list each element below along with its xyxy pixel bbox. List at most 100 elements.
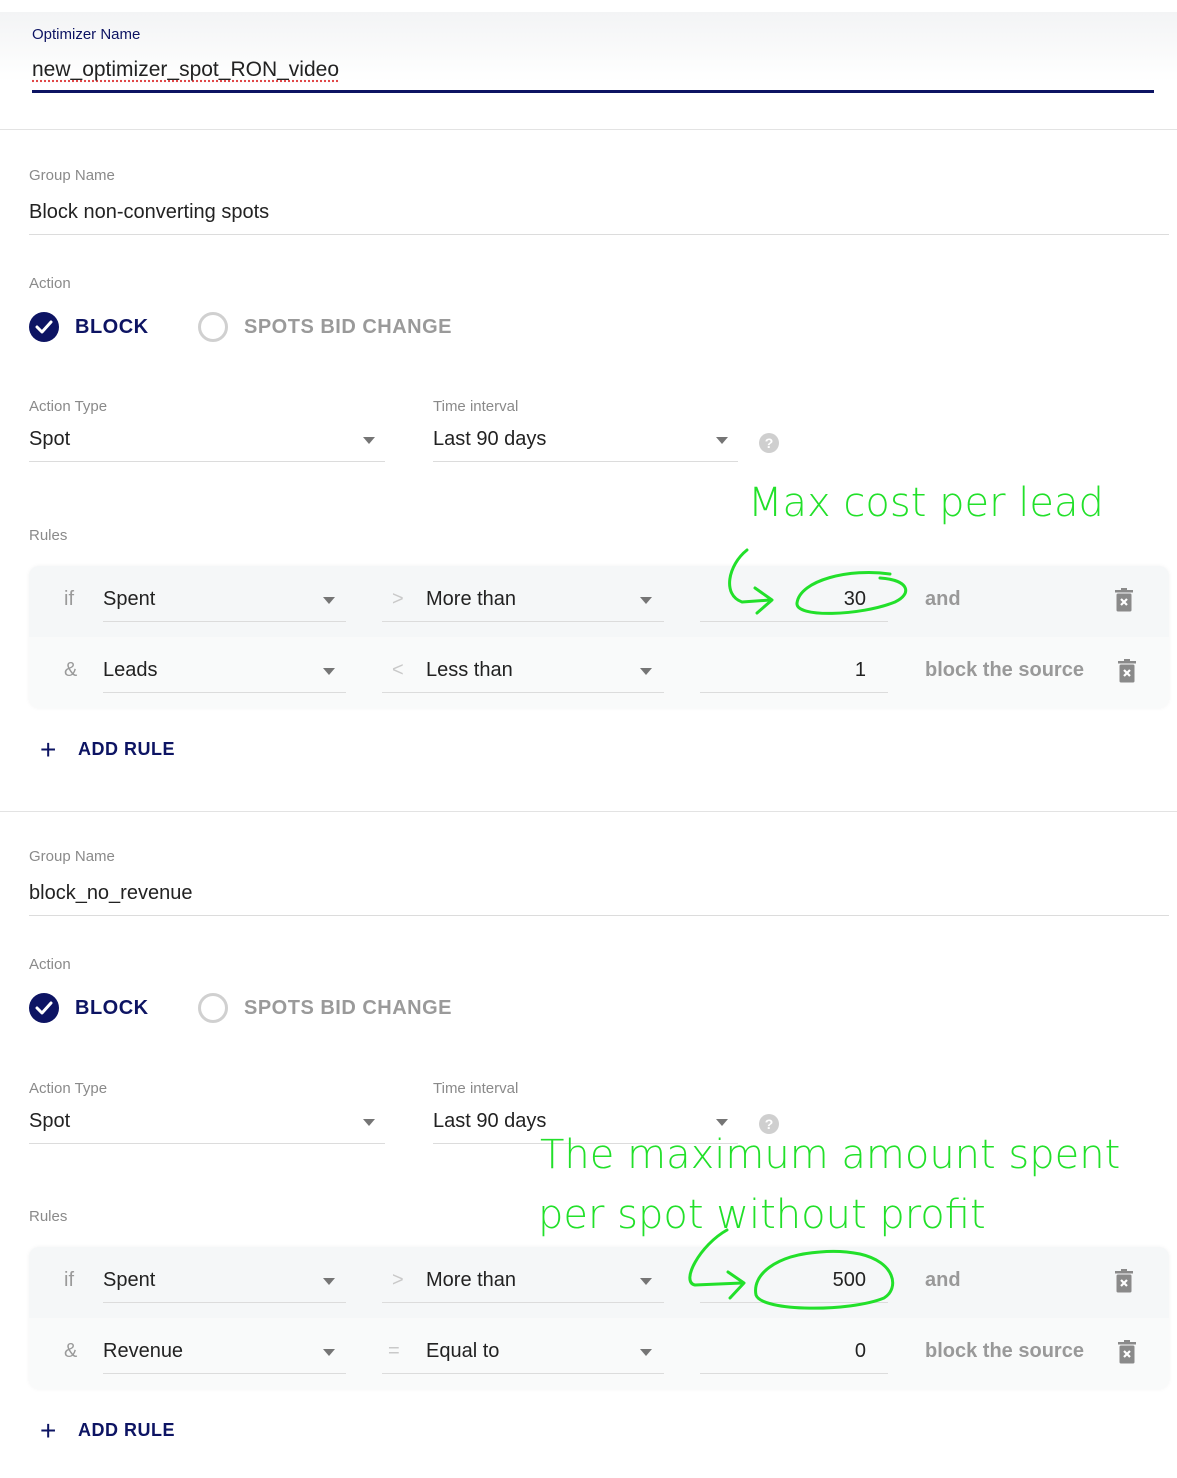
group-name-label: Group Name — [29, 167, 115, 184]
rule-row: & Leads < Less than 1 block the source — [0, 637, 1177, 708]
rule-conjunction: & — [64, 1340, 78, 1362]
value-underline — [700, 692, 888, 693]
group-name-input[interactable]: Block non-converting spots — [29, 201, 269, 224]
rule-tail-text: block the source — [925, 659, 1084, 681]
rule-tail-text: and — [925, 1269, 961, 1291]
chevron-down-icon[interactable] — [640, 1278, 652, 1285]
action-radio-block[interactable]: BLOCK — [29, 993, 149, 1023]
rule-tail-text: and — [925, 588, 961, 610]
operator-symbol-icon: > — [392, 588, 404, 610]
time-interval-label: Time interval — [433, 1080, 519, 1097]
chevron-down-icon[interactable] — [363, 437, 375, 444]
annotation-max-spent-line2: per spot without profit — [538, 1192, 986, 1238]
rule-metric-select[interactable]: Spent — [103, 588, 155, 611]
group-name-label: Group Name — [29, 848, 115, 865]
rule-operator-select[interactable]: Less than — [426, 659, 513, 682]
action-radio-spots-bid-change[interactable]: SPOTS BID CHANGE — [198, 993, 452, 1023]
delete-rule-trash-icon[interactable] — [1115, 588, 1133, 612]
chevron-down-icon[interactable] — [640, 597, 652, 604]
action-type-label: Action Type — [29, 1080, 108, 1097]
action-spots-bid-change-label: SPOTS BID CHANGE — [244, 315, 453, 338]
rule-value-input[interactable]: 30 — [700, 588, 866, 611]
delete-rule-trash-icon[interactable] — [1118, 1340, 1136, 1364]
optimizer-name-label: Optimizer Name — [32, 26, 141, 43]
group-name-input[interactable]: block_no_revenue — [29, 882, 192, 905]
rule-row: if Spent > More than 500 and — [0, 1247, 1177, 1318]
operator-underline — [382, 692, 664, 693]
rule-operator-select[interactable]: Equal to — [426, 1340, 499, 1363]
chevron-down-icon[interactable] — [640, 1349, 652, 1356]
operator-symbol-icon: < — [392, 659, 404, 681]
chevron-down-icon[interactable] — [323, 597, 335, 604]
rule-metric-select[interactable]: Leads — [103, 659, 158, 682]
value-underline — [700, 1373, 888, 1374]
rule-value-input[interactable]: 500 — [700, 1269, 866, 1292]
chevron-down-icon[interactable] — [716, 437, 728, 444]
rule-value-input[interactable]: 1 — [700, 659, 866, 682]
rule-metric-select[interactable]: Spent — [103, 1269, 155, 1292]
rule-metric-select[interactable]: Revenue — [103, 1340, 183, 1363]
operator-underline — [382, 621, 664, 622]
action-type-select[interactable]: Spot — [29, 428, 70, 451]
rule-tail-text: block the source — [925, 1340, 1084, 1362]
add-rule-label: ADD RULE — [78, 739, 175, 759]
rule-row: if Spent > More than 30 and — [0, 566, 1177, 637]
chevron-down-icon[interactable] — [323, 1349, 335, 1356]
chevron-down-icon[interactable] — [716, 1119, 728, 1126]
delete-rule-trash-icon[interactable] — [1115, 1269, 1133, 1293]
rule-conjunction: if — [64, 1269, 74, 1291]
value-underline — [700, 621, 888, 622]
action-block-label: BLOCK — [75, 996, 149, 1019]
time-interval-select[interactable]: Last 90 days — [433, 428, 546, 451]
radio-empty-icon — [198, 993, 228, 1023]
add-rule-button[interactable]: + ADD RULE — [40, 735, 175, 763]
help-icon[interactable]: ? — [759, 1114, 779, 1134]
group-divider — [0, 811, 1177, 812]
annotation-max-spent-line1: The maximum amount spent — [540, 1132, 1121, 1178]
action-type-underline — [29, 461, 385, 462]
rule-operator-select[interactable]: More than — [426, 1269, 516, 1292]
chevron-down-icon[interactable] — [323, 668, 335, 675]
add-rule-button[interactable]: + ADD RULE — [40, 1414, 175, 1446]
operator-underline — [382, 1302, 664, 1303]
metric-underline — [103, 692, 346, 693]
action-block-label: BLOCK — [75, 315, 149, 338]
rules-label: Rules — [29, 527, 68, 544]
value-underline — [700, 1302, 888, 1303]
radio-empty-icon — [198, 312, 228, 342]
operator-symbol-icon: > — [392, 1269, 404, 1291]
add-rule-label: ADD RULE — [78, 1420, 175, 1440]
help-icon[interactable]: ? — [759, 433, 779, 453]
metric-underline — [103, 621, 346, 622]
time-interval-select[interactable]: Last 90 days — [433, 1110, 546, 1133]
metric-underline — [103, 1373, 346, 1374]
group-name-underline — [29, 234, 1169, 235]
rule-conjunction: if — [64, 588, 74, 610]
time-interval-underline — [433, 461, 738, 462]
optimizer-name-underline — [32, 90, 1154, 93]
action-type-underline — [29, 1143, 385, 1144]
action-type-label: Action Type — [29, 398, 108, 415]
optimizer-name-input[interactable]: new_optimizer_spot_RON_video — [32, 58, 339, 82]
chevron-down-icon[interactable] — [323, 1278, 335, 1285]
rule-row: & Revenue = Equal to 0 block the source — [0, 1318, 1177, 1389]
rule-operator-select[interactable]: More than — [426, 588, 516, 611]
rule-conjunction: & — [64, 659, 78, 681]
action-radio-block[interactable]: BLOCK — [29, 312, 149, 342]
action-spots-bid-change-label: SPOTS BID CHANGE — [244, 996, 453, 1019]
operator-symbol-icon: = — [388, 1340, 400, 1362]
action-label: Action — [29, 956, 71, 973]
action-radio-spots-bid-change[interactable]: SPOTS BID CHANGE — [198, 312, 452, 342]
operator-underline — [382, 1373, 664, 1374]
time-interval-label: Time interval — [433, 398, 519, 415]
action-label: Action — [29, 275, 71, 292]
chevron-down-icon[interactable] — [363, 1119, 375, 1126]
delete-rule-trash-icon[interactable] — [1118, 659, 1136, 683]
action-type-select[interactable]: Spot — [29, 1110, 70, 1133]
check-circle-icon — [29, 312, 59, 342]
rule-value-input[interactable]: 0 — [700, 1340, 866, 1363]
plus-icon: + — [40, 1414, 57, 1446]
rules-label: Rules — [29, 1208, 68, 1225]
chevron-down-icon[interactable] — [640, 668, 652, 675]
metric-underline — [103, 1302, 346, 1303]
